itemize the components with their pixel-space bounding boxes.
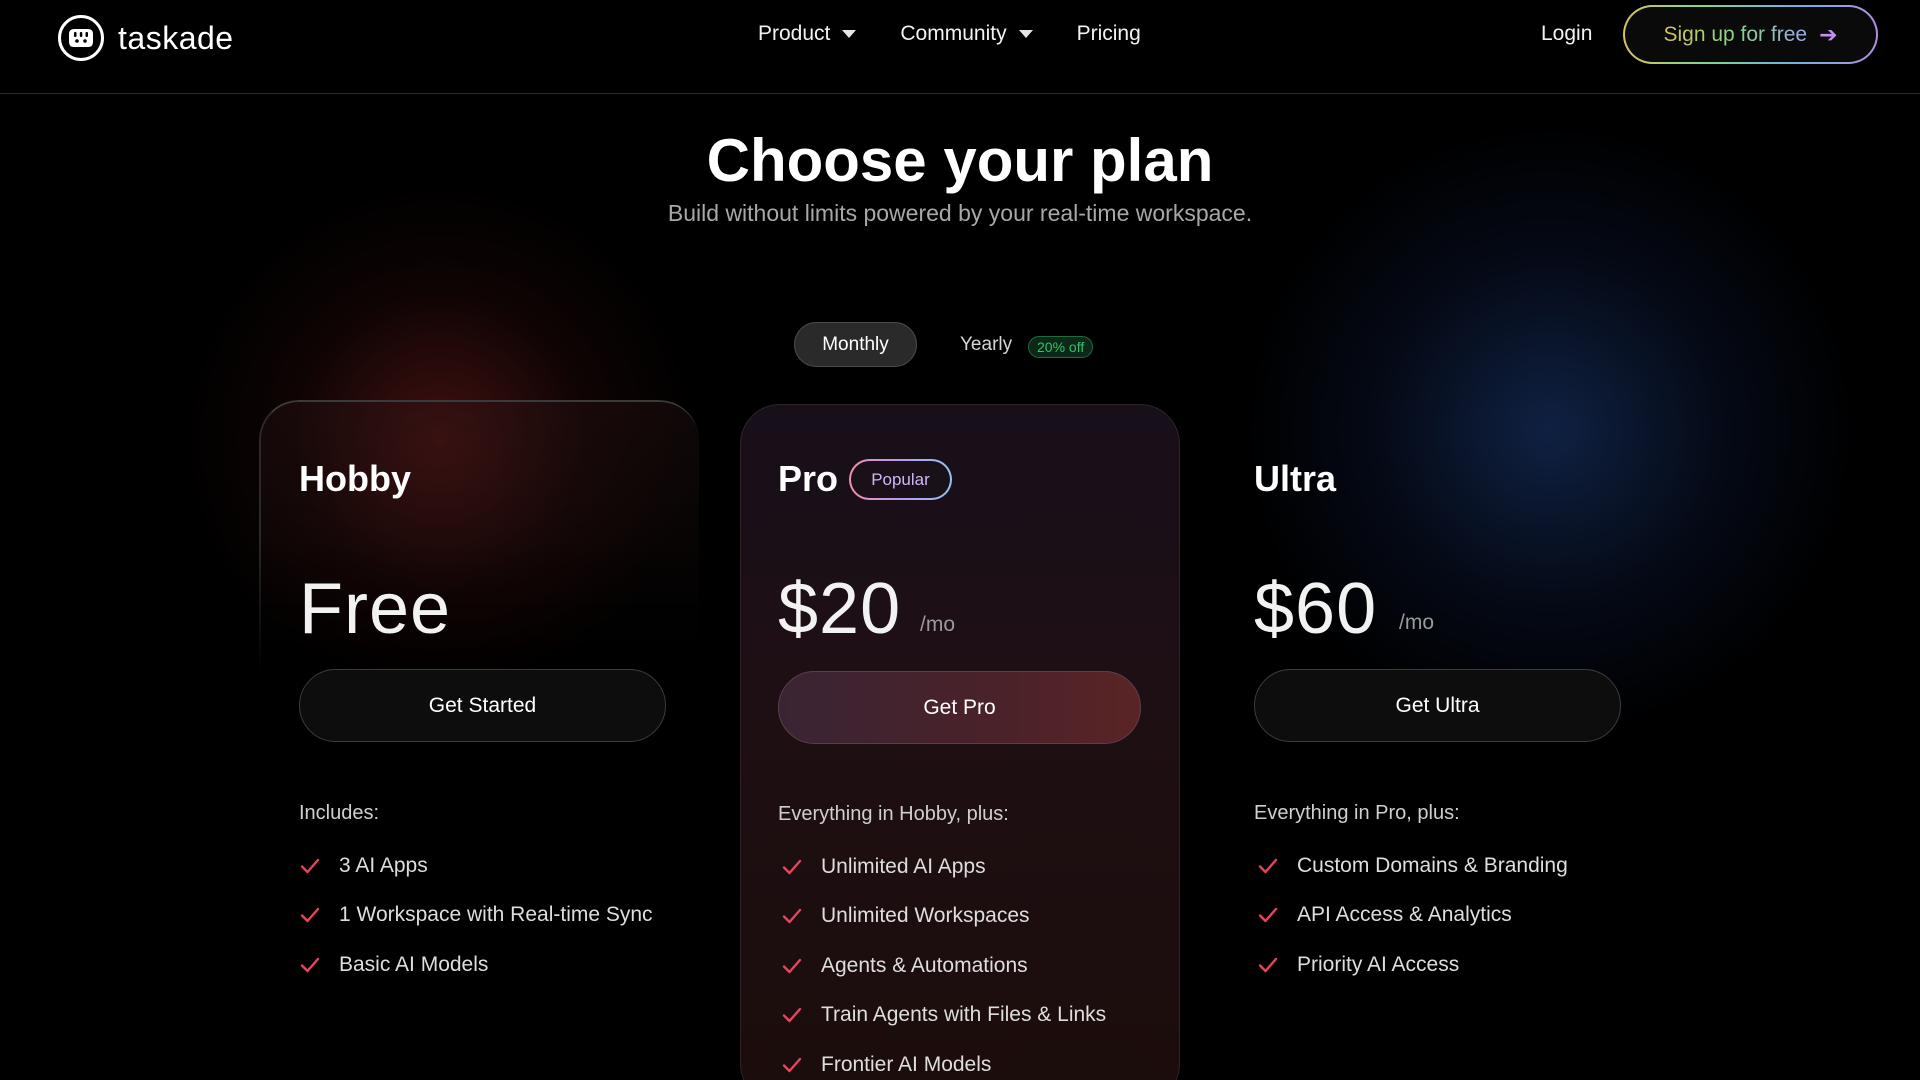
check-icon: [300, 858, 320, 873]
site-header: taskade Product Community Pricing Login …: [0, 0, 1920, 94]
yearly-discount-badge: 20% off: [1028, 336, 1094, 358]
main-nav: Product Community Pricing: [758, 22, 1141, 46]
plan-price-ultra: $60: [1254, 569, 1378, 649]
check-icon: [782, 958, 802, 973]
plan-includes-pro: Everything in Hobby, plus:: [778, 803, 1009, 825]
signup-button[interactable]: Sign up for free ➔: [1623, 5, 1878, 64]
feature-label: Train Agents with Files & Links: [821, 1003, 1107, 1027]
list-item: Priority AI Access: [1257, 940, 1568, 990]
check-icon: [300, 957, 320, 972]
plan-name-hobby: Hobby: [299, 458, 411, 499]
plan-name-ultra: Ultra: [1254, 458, 1337, 499]
page-subtitle: Build without limits powered by your rea…: [667, 200, 1253, 226]
list-item: Basic AI Models: [299, 940, 653, 990]
signup-button-inner: Sign up for free ➔: [1625, 7, 1876, 62]
arrow-right-icon: ➔: [1819, 21, 1838, 47]
feature-list-hobby: 3 AI Apps 1 Workspace with Real-time Syn…: [299, 841, 653, 990]
feature-label: Agents & Automations: [821, 953, 1028, 977]
feature-label: Priority AI Access: [1297, 952, 1460, 976]
feature-label: API Access & Analytics: [1297, 903, 1512, 927]
list-item: Train Agents with Files & Links: [781, 991, 1106, 1041]
nav-item-label: Community: [900, 22, 1007, 45]
feature-list-pro: Unlimited AI Apps Unlimited Workspaces A…: [781, 842, 1106, 1080]
list-item: 3 AI Apps: [299, 841, 653, 891]
plan-price-hobby: Free: [299, 569, 452, 649]
nav-item-label: Product: [758, 22, 831, 45]
check-icon: [300, 908, 320, 923]
taskade-logo-icon: [58, 15, 104, 61]
popular-badge-label: Popular: [851, 461, 950, 498]
check-icon: [1258, 858, 1278, 873]
signup-label: Sign up for free: [1663, 22, 1808, 46]
feature-label: Unlimited AI Apps: [821, 854, 986, 878]
chevron-down-icon: [1018, 30, 1033, 38]
feature-label: Custom Domains & Branding: [1297, 853, 1568, 877]
nav-item-label: Pricing: [1076, 22, 1141, 45]
list-item: Custom Domains & Branding: [1257, 841, 1568, 891]
popular-badge: Popular: [849, 459, 952, 500]
check-icon: [782, 859, 802, 874]
check-icon: [1258, 908, 1278, 923]
chevron-down-icon: [842, 30, 857, 38]
list-item: API Access & Analytics: [1257, 891, 1568, 941]
plan-includes-hobby: Includes:: [299, 802, 380, 824]
billing-monthly-toggle[interactable]: Monthly: [794, 322, 917, 367]
list-item: Unlimited Workspaces: [781, 892, 1106, 942]
check-icon: [782, 909, 802, 924]
billing-yearly-toggle[interactable]: Yearly: [960, 334, 1012, 356]
brand-logo-link[interactable]: taskade: [58, 15, 234, 61]
feature-label: Unlimited Workspaces: [821, 904, 1030, 928]
get-started-button[interactable]: Get Started: [299, 669, 666, 742]
list-item: 1 Workspace with Real-time Sync: [299, 891, 653, 941]
list-item: Frontier AI Models: [781, 1040, 1106, 1080]
check-icon: [1258, 957, 1278, 972]
get-pro-button[interactable]: Get Pro: [778, 671, 1141, 744]
login-link[interactable]: Login: [1541, 22, 1592, 46]
list-item: Agents & Automations: [781, 941, 1106, 991]
feature-list-ultra: Custom Domains & Branding API Access & A…: [1257, 841, 1568, 990]
feature-label: 1 Workspace with Real-time Sync: [339, 903, 653, 927]
list-item: Unlimited AI Apps: [781, 842, 1106, 892]
page-title: Choose your plan: [706, 127, 1214, 194]
nav-item-pricing[interactable]: Pricing: [1077, 22, 1141, 46]
nav-item-community[interactable]: Community: [900, 22, 1033, 46]
plan-includes-ultra: Everything in Pro, plus:: [1254, 802, 1460, 824]
check-icon: [782, 1008, 802, 1023]
get-ultra-button[interactable]: Get Ultra: [1254, 669, 1621, 742]
plan-name-pro: Pro: [778, 458, 839, 499]
feature-label: Basic AI Models: [339, 952, 489, 976]
plan-price-pro: $20: [778, 569, 902, 649]
feature-label: Frontier AI Models: [821, 1052, 992, 1076]
check-icon: [782, 1057, 802, 1072]
brand-name: taskade: [118, 19, 234, 56]
plan-period-ultra: /mo: [1399, 611, 1435, 634]
feature-label: 3 AI Apps: [339, 853, 428, 877]
nav-item-product[interactable]: Product: [758, 22, 857, 46]
plan-period-pro: /mo: [920, 613, 956, 636]
